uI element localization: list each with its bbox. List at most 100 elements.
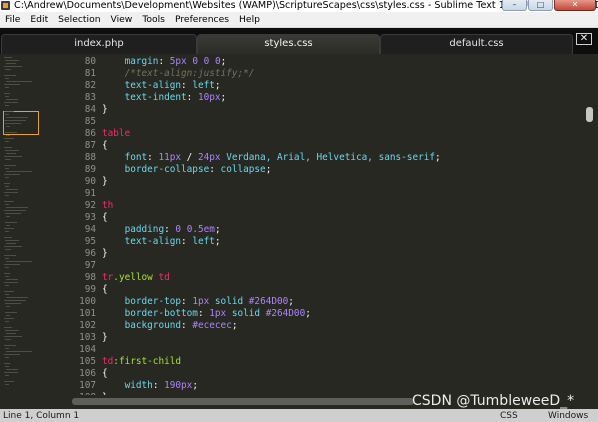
code-editor[interactable]: 80 margin: 5px 0 0 0; 81 /*text-align:jus… bbox=[68, 54, 582, 395]
horizontal-scroll-thumb[interactable] bbox=[72, 398, 414, 405]
code-text[interactable]: text-align: left; bbox=[96, 80, 221, 92]
code-text[interactable]: { bbox=[96, 368, 108, 380]
code-line[interactable]: 105 td:first-child bbox=[68, 356, 582, 368]
code-line[interactable]: 93{ bbox=[68, 212, 582, 224]
code-text[interactable]: border-top: 1px solid #264D00; bbox=[96, 296, 294, 308]
title-bar: C:\Andrew\Documents\Development\Websites… bbox=[0, 0, 598, 12]
code-line[interactable]: 89 border-collapse: collapse; bbox=[68, 164, 582, 176]
code-text[interactable]: { bbox=[96, 140, 108, 152]
minimap[interactable] bbox=[0, 54, 68, 409]
code-text[interactable]: tr.yellow td bbox=[96, 272, 170, 284]
minimap-line bbox=[5, 222, 17, 223]
maximize-button[interactable]: □ bbox=[528, 0, 553, 11]
code-text[interactable]: padding: 0 0.5em; bbox=[96, 224, 221, 236]
code-text[interactable]: } bbox=[96, 248, 108, 260]
code-line[interactable]: 96} bbox=[68, 248, 582, 260]
code-line[interactable]: 106{ bbox=[68, 368, 582, 380]
minimap-line bbox=[4, 381, 14, 382]
code-line[interactable]: 85 bbox=[68, 116, 582, 128]
menu-help[interactable]: Help bbox=[234, 12, 265, 27]
menu-selection[interactable]: Selection bbox=[53, 12, 105, 27]
minimap-line bbox=[4, 246, 22, 247]
line-number: 103 bbox=[79, 332, 96, 343]
line-number: 88 bbox=[84, 152, 96, 163]
code-line[interactable]: 83 text-indent: 10px; bbox=[68, 92, 582, 104]
line-number: 92 bbox=[84, 200, 96, 211]
minimap-line bbox=[6, 153, 16, 154]
code-line[interactable]: 81 /*text-align:justify;*/ bbox=[68, 68, 582, 80]
code-line[interactable]: 94 padding: 0 0.5em; bbox=[68, 224, 582, 236]
minimap-line bbox=[4, 165, 16, 166]
line-endings[interactable]: Windows bbox=[548, 410, 588, 422]
minimap-line bbox=[5, 312, 17, 313]
code-text[interactable]: /*text-align:justify;*/ bbox=[96, 68, 255, 80]
minimap-line bbox=[5, 168, 9, 169]
minimap-line bbox=[6, 315, 10, 316]
minimap-line bbox=[5, 60, 19, 61]
code-line[interactable]: 102 background: #ececec; bbox=[68, 320, 582, 332]
code-line[interactable]: 92th bbox=[68, 200, 582, 212]
code-line[interactable]: 88 font: 11px / 24px Verdana, Arial, Hel… bbox=[68, 152, 582, 164]
menu-view[interactable]: View bbox=[106, 12, 138, 27]
minimap-line bbox=[6, 171, 32, 172]
tab-styles-css[interactable]: styles.css bbox=[197, 34, 380, 54]
minimap-line bbox=[4, 318, 14, 319]
cursor-position: Line 1, Column 1 bbox=[3, 411, 80, 421]
menu-file[interactable]: File bbox=[0, 12, 25, 27]
code-text[interactable]: border-collapse: collapse; bbox=[96, 164, 272, 176]
code-line[interactable]: 98 tr.yellow td bbox=[68, 272, 582, 284]
minimap-line bbox=[5, 285, 9, 286]
code-text[interactable]: { bbox=[96, 212, 108, 224]
code-line[interactable]: 99{ bbox=[68, 284, 582, 296]
code-text[interactable]: background: #ececec; bbox=[96, 320, 238, 332]
close-window-button[interactable]: ✕ bbox=[554, 0, 596, 11]
code-line[interactable]: 107 width: 190px; bbox=[68, 380, 582, 392]
minimap-line bbox=[4, 147, 12, 148]
code-text[interactable]: border-bottom: 1px solid #264D00; bbox=[96, 308, 311, 320]
minimap-line bbox=[6, 351, 32, 352]
code-line[interactable]: 95 text-align: left; bbox=[68, 236, 582, 248]
tab-default-css[interactable]: default.css bbox=[380, 34, 573, 54]
menu-preferences[interactable]: Preferences bbox=[170, 12, 234, 27]
vertical-scroll-thumb[interactable] bbox=[586, 107, 593, 122]
code-text[interactable]: table bbox=[96, 128, 130, 140]
minimap-line bbox=[5, 339, 11, 340]
menu-edit[interactable]: Edit bbox=[25, 12, 53, 27]
code-line[interactable]: 87{ bbox=[68, 140, 582, 152]
syntax-mode[interactable]: CSS bbox=[500, 410, 518, 422]
code-line[interactable]: 82 text-align: left; bbox=[68, 80, 582, 92]
vertical-scrollbar[interactable] bbox=[582, 54, 598, 395]
menu-tools[interactable]: Tools bbox=[137, 12, 170, 27]
line-number: 80 bbox=[84, 56, 96, 67]
code-text[interactable]: text-align: left; bbox=[96, 236, 221, 248]
code-line[interactable]: 101 border-bottom: 1px solid #264D00; bbox=[68, 308, 582, 320]
minimap-line bbox=[5, 231, 9, 232]
code-line[interactable]: 84} bbox=[68, 104, 582, 116]
code-line[interactable]: 103} bbox=[68, 332, 582, 344]
minimap-line bbox=[6, 333, 16, 334]
code-line[interactable]: 91 bbox=[68, 188, 582, 200]
code-text[interactable]: font: 11px / 24px Verdana, Arial, Helvet… bbox=[96, 152, 441, 164]
code-text[interactable]: text-indent: 10px; bbox=[96, 92, 227, 104]
code-text[interactable]: width: 190px; bbox=[96, 380, 198, 392]
code-text[interactable]: td:first-child bbox=[96, 356, 181, 368]
code-text[interactable]: { bbox=[96, 284, 108, 296]
code-line[interactable]: 97 bbox=[68, 260, 582, 272]
minimize-button[interactable]: – bbox=[502, 0, 527, 11]
code-line[interactable]: 90} bbox=[68, 176, 582, 188]
minimap-line bbox=[4, 201, 14, 202]
code-line[interactable]: 100 border-top: 1px solid #264D00; bbox=[68, 296, 582, 308]
code-text[interactable]: } bbox=[96, 104, 108, 116]
minimap-line bbox=[5, 159, 11, 160]
code-line[interactable]: 104 bbox=[68, 344, 582, 356]
minimap-line bbox=[5, 375, 9, 376]
close-tab-icon[interactable]: ✕ bbox=[576, 33, 592, 45]
code-line[interactable]: 86 table bbox=[68, 128, 582, 140]
code-text[interactable]: } bbox=[96, 332, 108, 344]
code-text[interactable]: } bbox=[96, 176, 108, 188]
code-text[interactable]: th bbox=[96, 200, 113, 212]
code-text[interactable]: margin: 5px 0 0 0; bbox=[96, 56, 227, 68]
tab-index-php[interactable]: index.php bbox=[1, 34, 197, 54]
minimap-line bbox=[4, 183, 10, 184]
code-line[interactable]: 80 margin: 5px 0 0 0; bbox=[68, 56, 582, 68]
